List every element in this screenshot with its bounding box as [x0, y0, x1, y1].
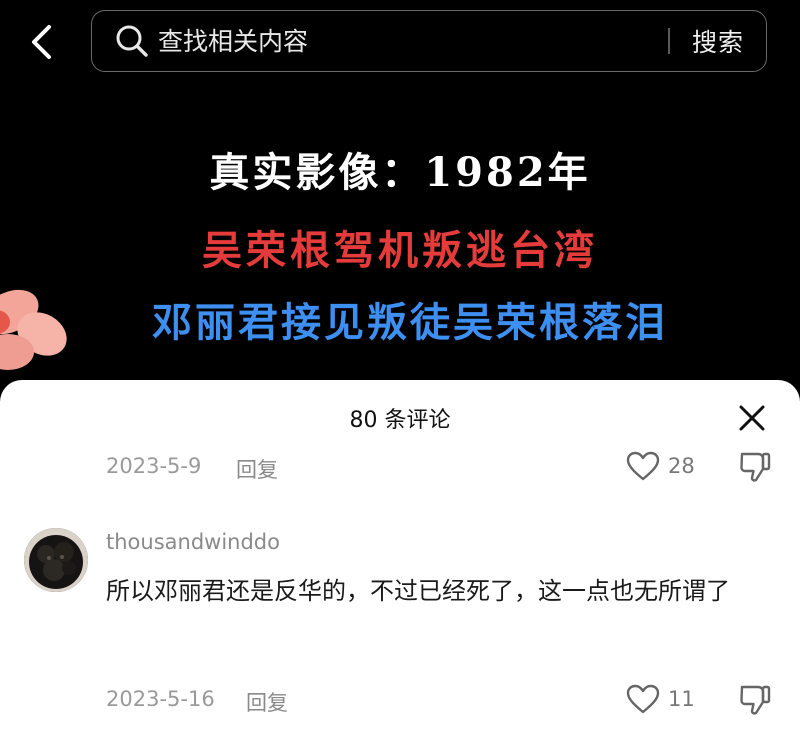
- comment-username[interactable]: thousandwinddo: [106, 530, 280, 554]
- comment-date: 2023-5-9: [106, 454, 202, 478]
- heart-icon: [626, 451, 660, 481]
- video-caption-line3: 邓丽君接见叛徒吴荣根落泪: [152, 299, 668, 346]
- video-caption-line2: 吴荣根驾机叛逃台湾: [202, 227, 598, 274]
- heart-icon: [626, 684, 660, 714]
- thumbs-down-icon[interactable]: [738, 449, 772, 483]
- reply-button[interactable]: 回复: [246, 687, 288, 717]
- search-bar[interactable]: 搜索: [91, 10, 767, 72]
- search-input[interactable]: [158, 26, 668, 56]
- like-count: 11: [668, 687, 695, 711]
- video-player[interactable]: 搜索 真实影像：1982年 吴荣根驾机叛逃台湾 邓丽君接见叛徒吴荣根落泪: [0, 0, 800, 400]
- comments-sheet: 80 条评论: [0, 380, 800, 733]
- comment-text: 所以邓丽君还是反华的，不过已经死了，这一点也无所谓了: [106, 577, 730, 605]
- back-button[interactable]: [22, 22, 62, 62]
- search-icon: [112, 21, 152, 61]
- comment-date: 2023-5-16: [106, 687, 215, 711]
- video-caption-line1: 真实影像：1982年: [209, 149, 591, 196]
- search-button[interactable]: 搜索: [692, 23, 744, 59]
- like-count: 28: [668, 454, 695, 478]
- avatar[interactable]: [24, 528, 88, 592]
- search-divider: [667, 28, 670, 54]
- close-icon: [739, 405, 765, 431]
- like-button[interactable]: 28: [626, 451, 695, 481]
- back-icon: [32, 25, 51, 59]
- close-button[interactable]: [730, 396, 774, 440]
- reply-button[interactable]: 回复: [236, 454, 278, 484]
- like-button[interactable]: 11: [626, 684, 695, 714]
- flower-sticker: [0, 289, 67, 370]
- thumbs-down-icon[interactable]: [738, 682, 772, 716]
- comments-count-title: 80 条评论: [349, 408, 451, 433]
